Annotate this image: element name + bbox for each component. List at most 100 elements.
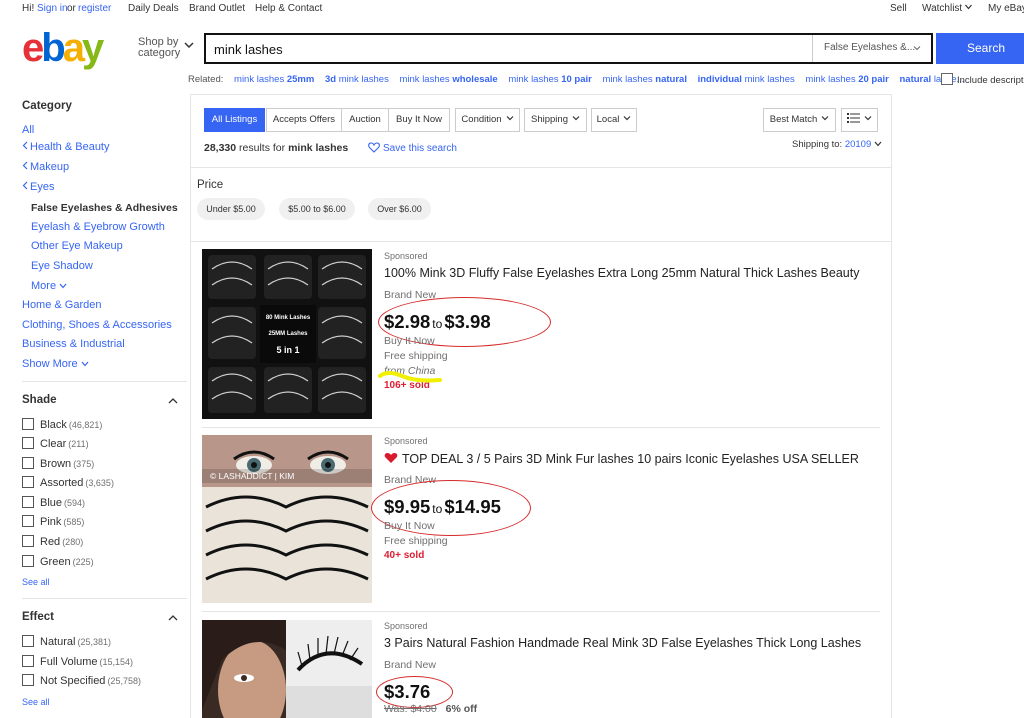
my-ebay-link[interactable]: My eBay	[988, 3, 1024, 14]
related-link[interactable]: 3d mink lashes	[325, 74, 389, 85]
category-makeup-link[interactable]: Makeup	[22, 161, 69, 173]
filter-auction[interactable]: Auction	[341, 108, 389, 132]
shade-filter-brown[interactable]: Brown (375)	[22, 457, 94, 470]
category-business-link[interactable]: Business & Industrial	[22, 338, 125, 350]
category-select[interactable]: False Eyelashes &...	[812, 35, 931, 62]
category-eyelash-growth-link[interactable]: Eyelash & Eyebrow Growth	[31, 221, 165, 233]
effect-filter-not-specified[interactable]: Not Specified (25,758)	[22, 674, 141, 687]
checkbox-icon	[22, 535, 34, 547]
shade-filter-blue[interactable]: Blue (594)	[22, 496, 85, 509]
listing-image[interactable]	[202, 620, 372, 718]
shade-filter-clear[interactable]: Clear (211)	[22, 437, 89, 450]
chevron-down-icon	[623, 116, 631, 121]
search-bar: False Eyelashes &...	[204, 33, 933, 64]
checkbox-icon	[22, 635, 34, 647]
price-chip-5-to-6[interactable]: $5.00 to $6.00	[279, 198, 355, 220]
chevron-down-icon	[913, 46, 921, 51]
shade-filter-assorted[interactable]: Assorted (3,635)	[22, 476, 114, 489]
chevron-down-icon	[864, 116, 872, 121]
local-dropdown[interactable]: Local	[591, 108, 637, 132]
category-home-garden-link[interactable]: Home & Garden	[22, 299, 101, 311]
listing-title[interactable]: 3 Pairs Natural Fashion Handmade Real Mi…	[384, 636, 861, 650]
brand-outlet-link[interactable]: Brand Outlet	[189, 3, 245, 14]
logo-letter-b: b	[41, 26, 66, 70]
heart-icon	[368, 142, 380, 153]
checkbox-icon	[941, 73, 953, 85]
listing-image[interactable]: © LASHADDICT | KIM	[202, 435, 372, 603]
include-description-label: Include descripti	[957, 75, 1024, 86]
shade-filter-red[interactable]: Red (280)	[22, 535, 83, 548]
condition-dropdown[interactable]: Condition	[455, 108, 520, 132]
chevron-down-icon	[965, 4, 972, 10]
checkbox-icon	[22, 555, 34, 567]
listing-title[interactable]: TOP DEAL 3 / 5 Pairs 3D Mink Fur lashes …	[384, 452, 859, 466]
filter-all-listings[interactable]: All Listings	[204, 108, 265, 132]
listing-shipping: Free shipping	[384, 535, 448, 547]
checkbox-icon	[22, 515, 34, 527]
related-link[interactable]: mink lashes 10 pair	[508, 74, 591, 85]
sidebar-divider	[22, 598, 187, 599]
divider	[202, 427, 880, 428]
filter-accepts-offers[interactable]: Accepts Offers	[266, 108, 342, 132]
effect-filter-natural[interactable]: Natural (25,381)	[22, 635, 111, 648]
price-chip-under-5[interactable]: Under $5.00	[197, 198, 265, 220]
category-eye-shadow-link[interactable]: Eye Shadow	[31, 260, 93, 272]
register-link[interactable]: register	[78, 3, 111, 14]
category-eyes-link[interactable]: Eyes	[22, 181, 54, 193]
help-contact-link[interactable]: Help & Contact	[255, 3, 322, 14]
greeting: Hi!	[22, 3, 35, 14]
shipping-to[interactable]: Shipping to: 20109	[792, 139, 882, 150]
search-input[interactable]	[214, 40, 804, 58]
view-toggle[interactable]	[841, 108, 878, 132]
highlight-mark	[378, 371, 442, 383]
save-search-link[interactable]: Save this search	[368, 142, 457, 154]
shade-see-all-link[interactable]: See all	[22, 577, 50, 587]
chevron-down-icon[interactable]	[184, 40, 194, 50]
price-heading: Price	[197, 179, 224, 191]
related-link[interactable]: mink lashes natural	[602, 74, 687, 85]
sell-link[interactable]: Sell	[890, 3, 907, 14]
heart-deal-icon	[384, 453, 398, 463]
chevron-down-icon	[572, 116, 580, 121]
shade-filter-pink[interactable]: Pink (585)	[22, 515, 84, 528]
ebay-logo[interactable]: ebay	[22, 28, 112, 68]
watchlist-link[interactable]: Watchlist	[922, 3, 972, 14]
lash-trays-image: 80 Mink Lashes 25MM Lashes 5 in 1	[202, 249, 372, 419]
sign-in-link[interactable]: Sign in	[37, 3, 68, 14]
logo-letter-a: a	[62, 26, 85, 70]
category-health-beauty-link[interactable]: Health & Beauty	[22, 141, 110, 153]
category-more-link[interactable]: More	[31, 280, 67, 292]
sponsored-label: Sponsored	[384, 621, 428, 631]
effect-filter-full-volume[interactable]: Full Volume (15,154)	[22, 655, 133, 668]
listing-sold-count: 40+ sold	[384, 550, 425, 561]
shop-by-category-button[interactable]: Shop by category	[138, 37, 180, 59]
include-description-checkbox[interactable]: Include descripti	[941, 73, 1024, 86]
sponsored-label: Sponsored	[384, 251, 428, 261]
filter-buy-it-now[interactable]: Buy It Now	[388, 108, 450, 132]
chevron-down-icon	[821, 116, 829, 121]
sort-dropdown[interactable]: Best Match	[763, 108, 836, 132]
chevron-up-icon[interactable]	[168, 614, 178, 622]
shipping-dropdown[interactable]: Shipping	[524, 108, 587, 132]
category-show-more-link[interactable]: Show More	[22, 358, 89, 370]
shade-filter-black[interactable]: Black (46,821)	[22, 418, 102, 431]
daily-deals-link[interactable]: Daily Deals	[128, 3, 179, 14]
listing-image[interactable]: 80 Mink Lashes 25MM Lashes 5 in 1	[202, 249, 372, 419]
category-other-eye-link[interactable]: Other Eye Makeup	[31, 240, 123, 252]
related-link[interactable]: individual mink lashes	[698, 74, 795, 85]
related-link[interactable]: mink lashes wholesale	[400, 74, 498, 85]
listing-title[interactable]: 100% Mink 3D Fluffy False Eyelashes Extr…	[384, 266, 859, 280]
effect-see-all-link[interactable]: See all	[22, 697, 50, 707]
chevron-up-icon[interactable]	[168, 397, 178, 405]
category-all-link[interactable]: All	[22, 124, 34, 136]
related-link[interactable]: mink lashes 25mm	[234, 74, 314, 85]
search-button[interactable]: Search	[936, 33, 1024, 64]
related-searches: Related: mink lashes 25mm 3d mink lashes…	[188, 74, 964, 85]
chevron-down-icon	[81, 361, 89, 367]
zip-code: 20109	[844, 139, 872, 150]
category-clothing-link[interactable]: Clothing, Shoes & Accessories	[22, 319, 172, 331]
checkbox-icon	[22, 437, 34, 449]
related-link[interactable]: mink lashes 20 pair	[805, 74, 888, 85]
price-chip-over-6[interactable]: Over $6.00	[368, 198, 431, 220]
shade-filter-green[interactable]: Green (225)	[22, 555, 94, 568]
